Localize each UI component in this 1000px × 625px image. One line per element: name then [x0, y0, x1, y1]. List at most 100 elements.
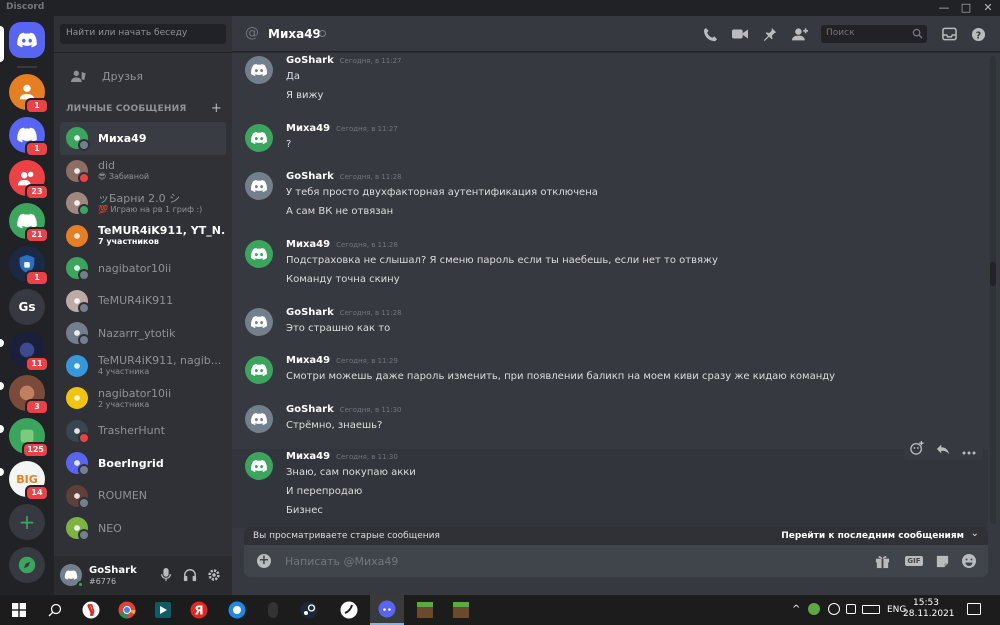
- dm-item[interactable]: ROUMEN: [60, 480, 226, 513]
- gif-icon[interactable]: GIF: [904, 553, 924, 569]
- server-dm-3[interactable]: 23: [9, 160, 49, 200]
- scrollbar-track[interactable]: [990, 56, 996, 524]
- close-button[interactable]: ✕: [977, 0, 999, 16]
- message-avatar[interactable]: [245, 308, 273, 336]
- message-avatar[interactable]: [245, 405, 273, 433]
- tray-chevron-icon[interactable]: ^: [792, 604, 800, 615]
- message-group[interactable]: Миха49 Сегодня, в 11:28 Подстраховка не сл…: [232, 237, 988, 299]
- mouse-app-icon[interactable]: [256, 595, 290, 625]
- message-group[interactable]: Миха49 Сегодня, в 11:27?: [232, 121, 988, 164]
- reply-icon[interactable]: [936, 440, 950, 459]
- message-author[interactable]: GoShark Сегодня, в 11:28: [286, 171, 402, 182]
- attach-plus-icon[interactable]: +: [257, 554, 271, 568]
- message-group[interactable]: Миха49 Сегодня, в 11:30 Знаю, сам покупаю …: [232, 449, 988, 528]
- message-author[interactable]: GoShark Сегодня, в 11:30: [286, 404, 402, 415]
- author-name[interactable]: GoShark: [286, 55, 334, 66]
- network-icon[interactable]: [846, 604, 856, 614]
- author-name[interactable]: GoShark: [286, 404, 334, 415]
- server-6[interactable]: 125: [9, 418, 49, 458]
- dm-item[interactable]: Миха49: [60, 122, 226, 155]
- home-button[interactable]: [9, 22, 45, 58]
- message-group[interactable]: GoShark Сегодня, в 11:28 У тебя просто дву…: [232, 169, 988, 231]
- maximize-button[interactable]: □: [955, 0, 977, 16]
- message-author[interactable]: Миха49 Сегодня, в 11:27: [286, 123, 398, 134]
- server-keydrop[interactable]: 11: [9, 332, 49, 372]
- message-avatar[interactable]: [245, 124, 273, 152]
- message-input[interactable]: Написать @Миха49: [285, 555, 398, 568]
- message-author[interactable]: GoShark Сегодня, в 11:28: [286, 307, 402, 318]
- windows-start-icon[interactable]: [2, 595, 36, 625]
- message-avatar[interactable]: [245, 240, 273, 268]
- author-name[interactable]: Миха49: [286, 355, 330, 366]
- steam-icon[interactable]: [292, 595, 326, 625]
- friends-button[interactable]: Друзья: [60, 62, 226, 90]
- message-group[interactable]: GoShark Сегодня, в 11:28 Это страшно как т…: [232, 305, 988, 348]
- microphone-icon[interactable]: [158, 567, 174, 583]
- server-5[interactable]: 3: [9, 375, 49, 415]
- dm-item[interactable]: TeMUR4iK911: [60, 285, 226, 318]
- yandex-browser-icon[interactable]: [74, 595, 108, 625]
- message-avatar[interactable]: [245, 356, 273, 384]
- dm-item[interactable]: TeMUR4iK911, nagib... 4 участника: [60, 350, 226, 383]
- app-icon[interactable]: [220, 595, 254, 625]
- server-gs[interactable]: Gs: [9, 289, 45, 325]
- more-options-icon[interactable]: [962, 440, 976, 459]
- server-big[interactable]: BIG 14: [9, 461, 49, 501]
- settings-gear-icon[interactable]: [206, 567, 222, 583]
- author-name[interactable]: Миха49: [286, 451, 330, 462]
- add-reaction-icon[interactable]: [910, 440, 924, 459]
- chrome-icon[interactable]: [110, 595, 144, 625]
- dm-item[interactable]: ッБарни 2.0 シ 💯 Играю на рв 1 гриф :): [60, 187, 226, 220]
- minecraft-icon[interactable]: [444, 595, 478, 625]
- dm-item[interactable]: nagibator10ii 2 участника: [60, 382, 226, 415]
- server-dm-2[interactable]: 1: [9, 117, 49, 157]
- dm-item[interactable]: Nazarrr_ytotik: [60, 317, 226, 350]
- inbox-icon[interactable]: [941, 26, 957, 42]
- emoji-icon[interactable]: [961, 553, 977, 569]
- message-group[interactable]: Миха49 Сегодня, в 11:29 Смотри можешь даже…: [232, 353, 988, 396]
- server-dm-1[interactable]: 1: [9, 74, 49, 114]
- keyboard-icon[interactable]: [862, 605, 880, 614]
- scrollbar-thumb[interactable]: [990, 262, 996, 286]
- jump-to-present-button[interactable]: Перейти к последним сообщениям: [781, 531, 964, 541]
- taskbar-search-icon[interactable]: [38, 595, 72, 625]
- message-author[interactable]: Миха49 Сегодня, в 11:30: [286, 451, 398, 462]
- message-group[interactable]: GoShark Сегодня, в 11:30 Стрёмно, знаешь?: [232, 402, 988, 445]
- message-avatar[interactable]: [245, 452, 273, 480]
- discord-taskbar-icon[interactable]: [370, 595, 404, 625]
- video-call-icon[interactable]: [732, 26, 748, 42]
- message-avatar[interactable]: [245, 172, 273, 200]
- dm-item[interactable]: NEO: [60, 512, 226, 545]
- dm-item[interactable]: did 😎 Забивной: [60, 155, 226, 188]
- server-shield[interactable]: 1: [9, 246, 49, 286]
- app-icon[interactable]: [332, 595, 366, 625]
- message-author[interactable]: Миха49 Сегодня, в 11:29: [286, 355, 398, 366]
- tray-app-icon[interactable]: [828, 603, 840, 615]
- yandex-icon[interactable]: Я: [182, 595, 216, 625]
- clock[interactable]: 15:53 28.11.2021: [903, 598, 955, 620]
- author-name[interactable]: GoShark: [286, 307, 334, 318]
- author-name[interactable]: GoShark: [286, 171, 334, 182]
- media-app-icon[interactable]: [146, 595, 180, 625]
- user-avatar[interactable]: [60, 564, 84, 588]
- message-author[interactable]: GoShark Сегодня, в 11:27: [286, 55, 402, 66]
- add-friend-icon[interactable]: [792, 26, 808, 42]
- dm-item[interactable]: TrasherHunt: [60, 415, 226, 448]
- dm-item[interactable]: BoerIngrid: [60, 447, 226, 480]
- headphones-icon[interactable]: [182, 567, 198, 583]
- notifications-icon[interactable]: [967, 603, 981, 615]
- voice-call-icon[interactable]: [702, 26, 718, 42]
- dm-item[interactable]: TeMUR4iK911, YT_N... 7 участников: [60, 220, 226, 253]
- server-dm-4[interactable]: 21: [9, 203, 49, 243]
- pin-icon[interactable]: [762, 26, 778, 42]
- create-dm-button[interactable]: +: [211, 101, 222, 116]
- message-avatar[interactable]: [245, 56, 273, 84]
- tray-app-icon[interactable]: [808, 603, 820, 615]
- minecraft-icon[interactable]: [408, 595, 442, 625]
- help-icon[interactable]: ?: [970, 26, 986, 42]
- gift-icon[interactable]: [874, 553, 890, 569]
- explore-servers-button[interactable]: [9, 547, 45, 583]
- message-composer[interactable]: + Написать @Миха49 GIF: [244, 545, 988, 577]
- add-server-button[interactable]: +: [9, 504, 45, 540]
- message-group[interactable]: GoShark Сегодня, в 11:27 Да Я вижу: [232, 53, 988, 115]
